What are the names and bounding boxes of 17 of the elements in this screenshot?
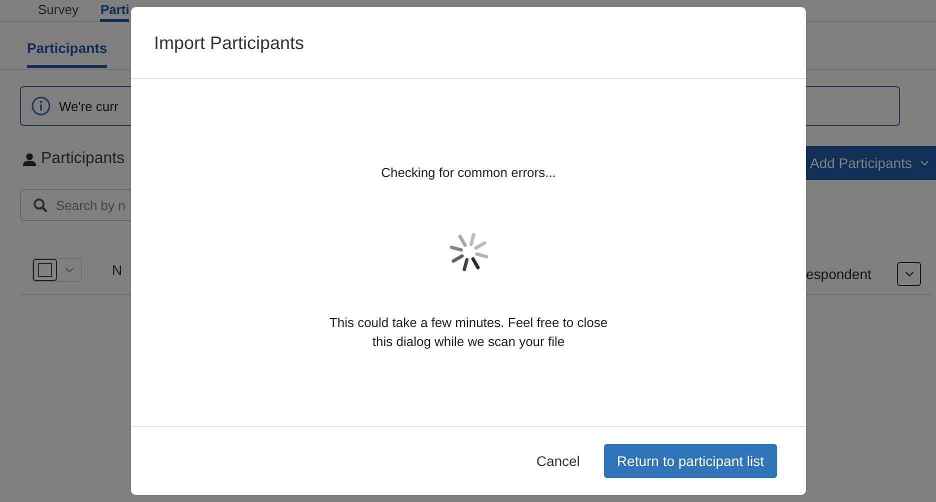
dialog-message: This could take a few minutes. Feel free to close this dialog while we scan your file — [328, 314, 609, 351]
info-icon — [31, 96, 51, 116]
status-text: Checking for common errors... — [381, 165, 556, 180]
nav-tab[interactable]: Survey — [38, 0, 78, 19]
search-icon — [33, 198, 48, 213]
sub-tab[interactable]: Participants — [27, 40, 108, 68]
section-heading: Participants — [41, 150, 125, 168]
column-header: N — [112, 262, 122, 278]
banner-text: We're curr — [59, 98, 118, 114]
dialog-title: Import Participants — [131, 7, 806, 79]
cancel-button[interactable]: Cancel — [532, 449, 584, 473]
column-header: espondent — [806, 266, 872, 282]
column-dropdown[interactable] — [897, 262, 921, 286]
caret-icon — [904, 271, 914, 277]
caret-icon — [920, 160, 929, 166]
return-button[interactable]: Return to participant list — [604, 444, 777, 478]
person-icon — [22, 152, 37, 166]
